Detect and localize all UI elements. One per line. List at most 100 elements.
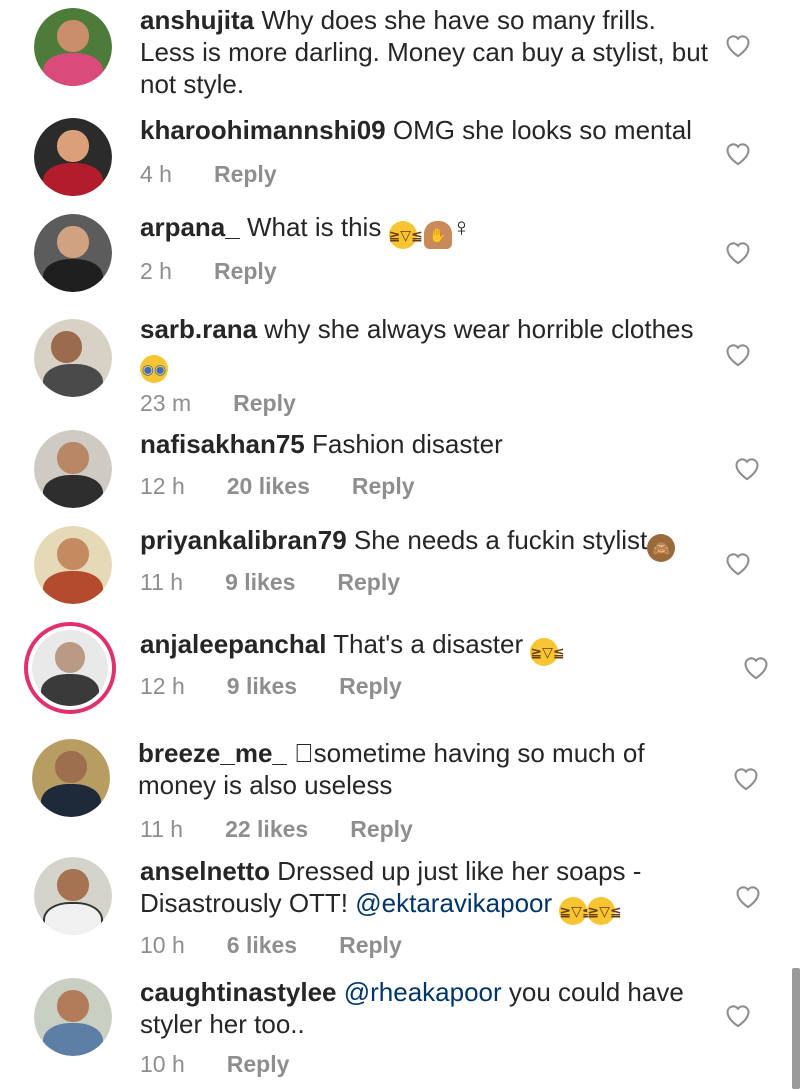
comment-body: why she always wear horrible clothes: [257, 314, 694, 344]
mention-link[interactable]: @rheakapoor: [344, 977, 502, 1007]
comment-username[interactable]: anshujita: [140, 5, 254, 35]
comment-username[interactable]: sarb.rana: [140, 314, 257, 344]
comment-meta: 23 m Reply: [140, 389, 338, 417]
comment-username[interactable]: anselnetto: [140, 856, 270, 886]
reply-button[interactable]: Reply: [227, 1050, 290, 1078]
avatar-story-ring[interactable]: [24, 622, 116, 714]
like-heart-icon[interactable]: [724, 239, 752, 265]
likes-count[interactable]: 20 likes: [227, 472, 310, 500]
avatar[interactable]: [34, 8, 112, 86]
comment-text: anshujita Why does she have so many fril…: [140, 4, 710, 100]
comment-time: 23 m: [140, 390, 192, 416]
fearful-face-emoji-icon: ◉◉: [140, 355, 168, 383]
like-heart-icon[interactable]: [724, 140, 752, 166]
likes-count[interactable]: 6 likes: [227, 931, 297, 959]
comment-text: kharoohimannshi09 OMG she looks so menta…: [140, 114, 710, 146]
comment-time: 4 h: [140, 161, 172, 187]
avatar[interactable]: [34, 214, 112, 292]
avatar[interactable]: [34, 857, 112, 935]
comment-text: priyankalibran79 She needs a fuckin styl…: [140, 524, 710, 562]
comment-item: nafisakhan75 Fashion disaster 12 h 20 lik…: [0, 422, 800, 518]
female-sign-icon: ♀: [451, 212, 472, 242]
comment-item: anshujita Why does she have so many fril…: [0, 0, 800, 110]
reply-button[interactable]: Reply: [339, 931, 402, 959]
see-no-evil-monkey-emoji-icon: 🙈: [647, 534, 676, 562]
comment-body: Fashion disaster: [304, 429, 503, 459]
like-heart-icon[interactable]: [724, 32, 752, 58]
comment-username[interactable]: nafisakhan75: [140, 429, 305, 459]
comment-meta: 12 h 20 likes Reply: [140, 472, 457, 500]
like-heart-icon[interactable]: [724, 550, 752, 576]
reply-button[interactable]: Reply: [352, 472, 415, 500]
reply-button[interactable]: Reply: [337, 568, 400, 596]
likes-count[interactable]: 9 likes: [225, 568, 295, 596]
comment-body-prefix: [337, 977, 344, 1007]
comment-item: caughtinastylee @rheakapoor you could ha…: [0, 970, 800, 1089]
like-heart-icon[interactable]: [742, 654, 770, 680]
avatar[interactable]: [34, 526, 112, 604]
comment-text: nafisakhan75 Fashion disaster: [140, 428, 710, 460]
avatar[interactable]: [34, 978, 112, 1056]
comment-time: 12 h: [140, 473, 185, 499]
avatar[interactable]: [34, 319, 112, 397]
comment-meta: 10 h 6 likes Reply: [140, 931, 444, 959]
comment-item: kharoohimannshi09 OMG she looks so menta…: [0, 110, 800, 207]
woman-facepalming-emoji-icon: ✋: [423, 221, 452, 249]
comment-text: sarb.rana why she always wear horrible c…: [140, 313, 710, 383]
comment-text: anselnetto Dressed up just like her soap…: [140, 855, 710, 925]
scrollbar[interactable]: [792, 968, 800, 1089]
like-heart-icon[interactable]: [724, 341, 752, 367]
reply-button[interactable]: Reply: [233, 389, 296, 417]
likes-count[interactable]: 22 likes: [225, 815, 308, 843]
comment-text: arpana_ What is this ≧▽≦ ✋ ♀: [140, 211, 710, 249]
avatar[interactable]: [34, 430, 112, 508]
comment-body: What is this: [239, 212, 389, 242]
comment-text: anjaleepanchal That's a disaster ≧▽≦: [140, 628, 710, 666]
comment-username[interactable]: kharoohimannshi09: [140, 115, 386, 145]
reply-button[interactable]: Reply: [350, 815, 413, 843]
comments-list: anshujita Why does she have so many fril…: [0, 0, 800, 1089]
like-heart-icon[interactable]: [732, 765, 760, 791]
comment-meta: 11 h 22 likes Reply: [140, 815, 455, 843]
comment-meta: 12 h 9 likes Reply: [140, 672, 444, 700]
reply-button[interactable]: Reply: [214, 160, 277, 188]
comment-item: anjaleepanchal That's a disaster ≧▽≦ 12 …: [0, 620, 800, 720]
comment-body: That's a disaster: [326, 629, 531, 659]
comment-text: breeze_me_  sometime having so much of m…: [138, 737, 708, 801]
grinning-squinting-face-emoji-icon: ≧▽≦: [530, 638, 565, 666]
comment-username[interactable]: breeze_me_: [138, 738, 287, 768]
like-heart-icon[interactable]: [734, 883, 762, 909]
comment-time: 12 h: [140, 673, 185, 699]
comment-time: 10 h: [140, 932, 185, 958]
grinning-squinting-face-emoji-icon: ≧▽≦: [559, 897, 594, 925]
mention-link[interactable]: @ektaravikapoor: [355, 888, 552, 918]
comment-meta: 11 h 9 likes Reply: [140, 568, 442, 596]
comment-time: 11 h: [140, 816, 184, 842]
comment-meta: 4 h Reply: [140, 160, 319, 188]
reply-button[interactable]: Reply: [214, 257, 277, 285]
likes-count[interactable]: 9 likes: [227, 672, 297, 700]
comment-item: sarb.rana why she always wear horrible c…: [0, 307, 800, 417]
comment-text: caughtinastylee @rheakapoor you could ha…: [140, 976, 710, 1040]
grinning-squinting-face-emoji-icon: ≧▽≦: [388, 221, 423, 249]
comment-username[interactable]: arpana_: [140, 212, 240, 242]
comment-username[interactable]: priyankalibran79: [140, 525, 347, 555]
comment-meta: 2 h Reply: [140, 257, 319, 285]
reply-button[interactable]: Reply: [339, 672, 402, 700]
comment-item: arpana_ What is this ≧▽≦ ✋ ♀ 2 h Reply: [0, 207, 800, 307]
comment-time: 10 h: [140, 1051, 185, 1077]
comment-time: 2 h: [140, 258, 172, 284]
comment-meta: 10 h Reply: [140, 1050, 331, 1078]
comment-body: OMG she looks so mental: [385, 115, 692, 145]
avatar[interactable]: [34, 118, 112, 196]
comment-body: She needs a fuckin stylist: [346, 525, 648, 555]
avatar[interactable]: [32, 739, 110, 817]
comment-item: breeze_me_  sometime having so much of m…: [0, 731, 800, 851]
comment-username[interactable]: anjaleepanchal: [140, 629, 326, 659]
comment-item: priyankalibran79 She needs a fuckin styl…: [0, 518, 800, 620]
comment-time: 11 h: [140, 569, 184, 595]
comment-item: anselnetto Dressed up just like her soap…: [0, 851, 800, 967]
comment-username[interactable]: caughtinastylee: [140, 977, 337, 1007]
like-heart-icon[interactable]: [724, 1002, 752, 1028]
like-heart-icon[interactable]: [733, 455, 761, 481]
